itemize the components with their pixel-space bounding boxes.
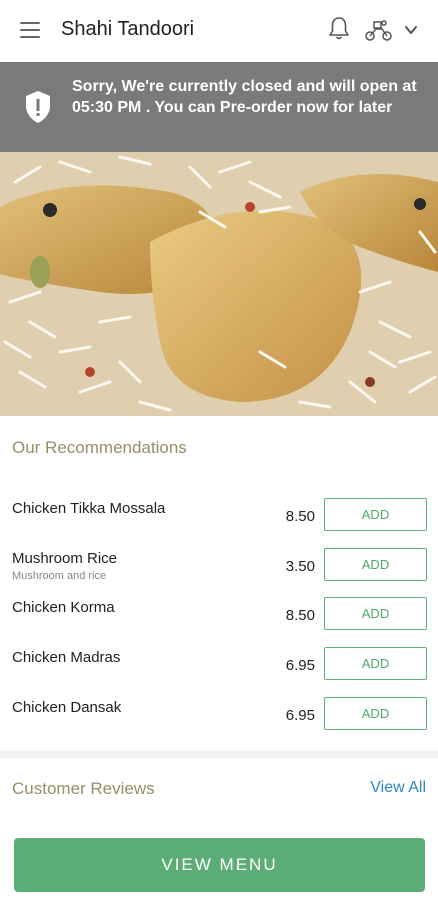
recommendations-title: Our Recommendations [12, 438, 187, 457]
menu-item: Chicken Madras 6.95 ADD [0, 647, 438, 697]
item-price: 8.50 [285, 607, 315, 624]
view-menu-button[interactable]: VIEW MENU [14, 838, 425, 892]
menu-item: Chicken Dansak 6.95 ADD [0, 697, 438, 747]
menu-item: Chicken Tikka Mossala 8.50 ADD [0, 498, 438, 548]
item-name: Chicken Tikka Mossala [12, 500, 166, 517]
restaurant-title: Shahi Tandoori [61, 18, 195, 40]
menu-icon[interactable] [20, 22, 40, 38]
item-price: 8.50 [285, 508, 315, 525]
section-divider [0, 750, 438, 758]
item-description: Mushroom and rice [12, 570, 107, 582]
view-all-link[interactable]: View All [370, 779, 426, 797]
item-name: Chicken Madras [12, 649, 121, 666]
chicken-biryani-image [0, 152, 438, 416]
item-name: Mushroom Rice [12, 550, 118, 567]
item-price: 3.50 [285, 558, 315, 575]
add-button[interactable]: ADD [324, 498, 427, 531]
add-button[interactable]: ADD [324, 647, 427, 680]
add-button[interactable]: ADD [324, 548, 427, 581]
menu-item: Mushroom Rice Mushroom and rice 3.50 ADD [0, 548, 438, 598]
item-price: 6.95 [285, 657, 315, 674]
app-header: Shahi Tandoori [0, 0, 438, 62]
shield-alert-icon [26, 91, 50, 123]
item-name: Chicken Korma [12, 599, 115, 616]
closed-message: Sorry, We're currently closed and will o… [72, 78, 417, 116]
bell-icon[interactable] [327, 16, 351, 42]
closed-banner: Sorry, We're currently closed and will o… [0, 62, 438, 152]
menu-item: Chicken Korma 8.50 ADD [0, 597, 438, 647]
add-button[interactable]: ADD [324, 597, 427, 630]
item-name: Chicken Dansak [12, 699, 122, 716]
reviews-title: Customer Reviews [12, 779, 155, 798]
chevron-down-icon[interactable] [403, 22, 419, 38]
delivery-rider-icon[interactable] [364, 18, 394, 42]
item-price: 6.95 [285, 707, 315, 724]
add-button[interactable]: ADD [324, 697, 427, 730]
